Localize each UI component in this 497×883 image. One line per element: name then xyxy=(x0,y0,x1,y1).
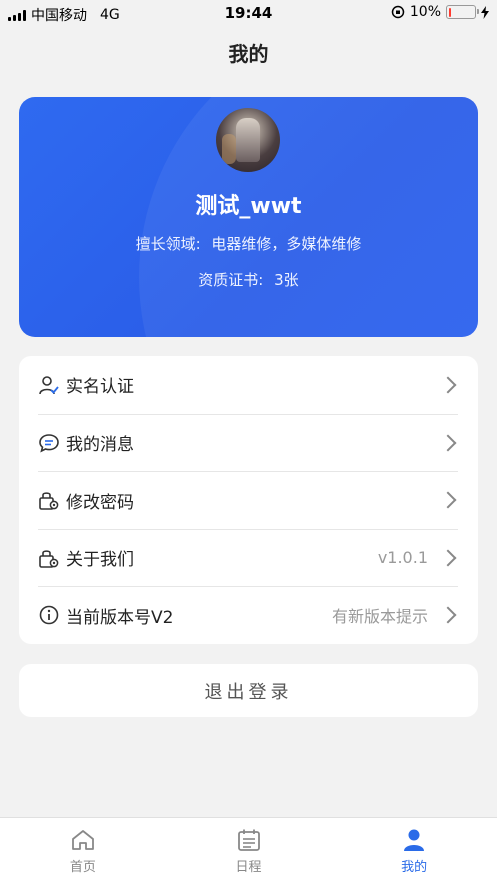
battery-percent: 10% xyxy=(409,4,441,20)
chevron-right-icon xyxy=(439,376,457,394)
tab-mine[interactable]: 我的 xyxy=(331,818,497,883)
tab-label: 日程 xyxy=(235,860,262,875)
person-icon xyxy=(404,829,425,851)
battery-level xyxy=(448,7,451,17)
page-title: 我的 xyxy=(228,42,269,66)
tab-schedule[interactable]: 日程 xyxy=(166,818,332,883)
tab-home[interactable]: 首页 xyxy=(0,818,166,883)
menu-item-real-name-verification[interactable]: 实名认证 xyxy=(38,356,458,414)
menu-label: 当前版本号V2 xyxy=(66,607,174,628)
status-bar: 中国移动 4G 19:44 10% xyxy=(0,0,497,26)
profile-specialty: 擅长领域: 电器维修，多媒体维修 xyxy=(19,233,478,254)
menu-list: 实名认证 我的消息 修改密码 关于我们 v1.0.1 当前版本号V2 有新版本提… xyxy=(19,356,478,644)
battery-icon xyxy=(446,5,479,19)
tab-label: 我的 xyxy=(401,860,428,875)
chevron-right-icon xyxy=(439,434,457,452)
specialty-value: 电器维修，多媒体维修 xyxy=(211,235,362,253)
version-value: v1.0.1 xyxy=(377,548,428,568)
lock-gear-icon xyxy=(38,489,60,511)
status-right: 10% xyxy=(391,4,489,20)
menu-label: 修改密码 xyxy=(66,492,134,513)
menu-item-current-version[interactable]: 当前版本号V2 有新版本提示 xyxy=(38,586,458,644)
profile-name: 测试_wwt xyxy=(195,194,302,219)
menu-label: 实名认证 xyxy=(66,377,134,398)
specialty-label: 擅长领域: xyxy=(135,235,201,253)
certificates-label: 资质证书: xyxy=(198,271,264,289)
orientation-lock-icon xyxy=(391,5,405,19)
update-hint: 有新版本提示 xyxy=(331,607,428,627)
chevron-right-icon xyxy=(439,491,457,509)
charging-icon xyxy=(481,5,489,19)
calendar-icon xyxy=(237,829,260,851)
lock-gear-icon xyxy=(38,547,60,569)
certificates-value: 3张 xyxy=(274,271,299,289)
tab-label: 首页 xyxy=(69,860,96,875)
info-icon xyxy=(38,604,60,626)
menu-item-about-us[interactable]: 关于我们 v1.0.1 xyxy=(38,528,458,587)
profile-certificates: 资质证书: 3张 xyxy=(19,269,478,290)
logout-button[interactable]: 退出登录 xyxy=(19,664,478,717)
tab-bar: 首页 日程 我的 xyxy=(0,817,497,883)
avatar[interactable] xyxy=(216,108,280,172)
menu-label: 我的消息 xyxy=(66,435,134,456)
chevron-right-icon xyxy=(439,549,457,567)
profile-card: 测试_wwt 擅长领域: 电器维修，多媒体维修 资质证书: 3张 xyxy=(19,97,478,337)
user-verify-icon xyxy=(38,374,60,396)
message-icon xyxy=(38,432,60,454)
chevron-right-icon xyxy=(439,606,457,624)
menu-item-my-messages[interactable]: 我的消息 xyxy=(38,413,458,472)
menu-item-change-password[interactable]: 修改密码 xyxy=(38,471,458,529)
home-icon xyxy=(71,830,94,850)
menu-label: 关于我们 xyxy=(66,550,134,571)
